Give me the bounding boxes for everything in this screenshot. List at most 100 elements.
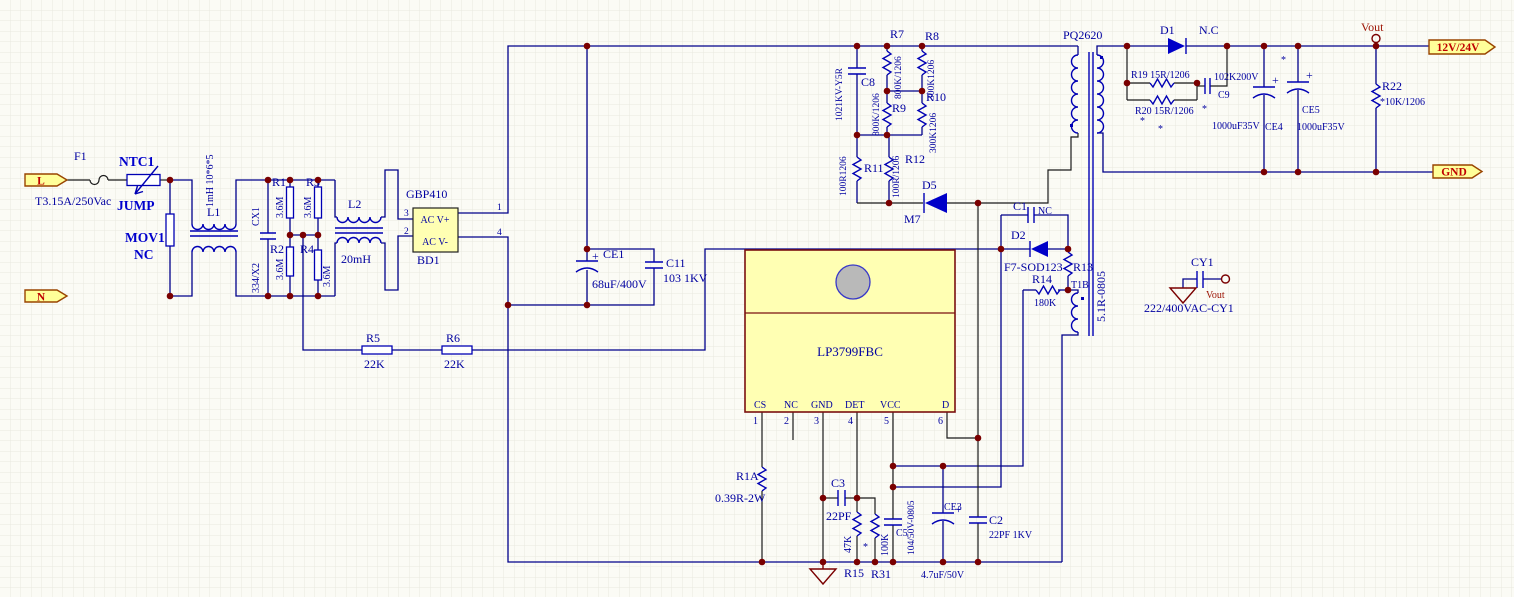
r13-ref-label: R13: [1073, 260, 1093, 274]
r2-value-label: 3.6M: [275, 259, 286, 281]
r15-ref-label: R15: [844, 566, 864, 580]
l1-value-label: 1mH 10*6*5: [205, 155, 216, 208]
connector-out-label: 12V/24V: [1437, 42, 1481, 54]
ce5-ref-label: CE5: [1302, 105, 1320, 116]
cx1-ref-label: CX1: [251, 207, 262, 226]
r1-ref-label: R1: [272, 175, 286, 189]
ntc-ref-label: NTC1: [119, 154, 155, 169]
svg-text:*: *: [1158, 124, 1163, 135]
connector-12V24V[interactable]: 12V/24V: [1429, 40, 1495, 54]
ce5-value-label: 1000uF35V: [1297, 122, 1346, 133]
c1-ref-label: C1: [1013, 199, 1027, 213]
r10-ref-label: R10: [926, 90, 946, 104]
d5-part-label: M7: [904, 212, 921, 226]
r5-value-label: 22K: [364, 357, 385, 371]
ic-pin3-number: 3: [814, 416, 819, 427]
c2-ref-label: C2: [989, 513, 1003, 527]
l2-value-label: 20mH: [341, 252, 371, 266]
r9-value-label: 800K/1206: [872, 93, 882, 136]
transformer-sec-note-label: 5.1R-0805: [1094, 271, 1108, 322]
connector-GND[interactable]: GND: [1433, 165, 1482, 179]
r9-ref-label: R9: [892, 101, 906, 115]
r1a-value-label: 0.39R-2W: [715, 491, 766, 505]
c2-value-label: 22PF 1KV: [989, 530, 1033, 541]
c5-ref-label: C5: [896, 528, 908, 539]
r1-value-label: 3.6M: [275, 197, 286, 219]
ic-pin-gnd-label: GND: [811, 400, 833, 411]
ic-pin2-number: 2: [784, 416, 789, 427]
ic-pin-cs-label: CS: [754, 400, 766, 411]
connector-l-label: L: [37, 176, 45, 188]
ce4-value-label: 1000uF35V: [1212, 121, 1261, 132]
r12-value-label: 100R/1206: [892, 156, 902, 198]
d5-ref-label: D5: [922, 178, 937, 192]
ic-orientation-circle: [836, 265, 870, 299]
l2-ref-label: L2: [348, 197, 361, 211]
c11-value-label: 103 1KV: [663, 271, 708, 285]
c3-value-label: 22PF: [826, 509, 852, 523]
transformer-ref-label: PQ2620: [1063, 28, 1102, 42]
ic-pin1-number: 1: [753, 416, 758, 427]
c11-ref-label: C11: [666, 256, 686, 270]
mov-ref-label: MOV1: [125, 230, 165, 245]
r31-value-label: 100K: [880, 533, 891, 556]
svg-text:*: *: [1140, 116, 1145, 127]
cy1-vout-label: Vout: [1206, 290, 1225, 301]
r31-ref-label: R31: [871, 567, 891, 581]
cx1-value-label: 334/X2: [251, 263, 262, 293]
r4-ref-label: R4: [300, 242, 314, 256]
r10-value-label: 300K1206: [929, 113, 939, 153]
r6-ref-label: R6: [446, 331, 460, 345]
bd1-pin3-label: 3: [404, 209, 409, 219]
ic-LP3799FBC[interactable]: LP3799FBC CS NC GND DET VCC D 1 2 3 4 5 …: [745, 250, 955, 427]
cy1-value-label: 222/400VAC-CY1: [1144, 301, 1234, 315]
vout-label: Vout: [1361, 20, 1384, 34]
bd1-pin4-label: 4: [497, 228, 502, 238]
ic-pin-nc-label: NC: [784, 400, 798, 411]
ic-pin6-number: 6: [938, 416, 943, 427]
d1-note-label: N.C: [1199, 23, 1219, 37]
ce1-value-label: 68uF/400V: [592, 277, 647, 291]
bd1-part-label: GBP410: [406, 187, 447, 201]
c5-value-label: 104/50V-0805: [907, 500, 917, 555]
r19-label: R19 15R/1206: [1131, 70, 1190, 81]
ntc-note-label: JUMP: [117, 198, 155, 213]
d1-ref-label: D1: [1160, 23, 1175, 37]
bd1-ref-label: BD1: [417, 253, 440, 267]
c8-ref-label: C8: [861, 75, 875, 89]
r22-ref-label: R22: [1382, 79, 1402, 93]
connector-gnd-label: GND: [1441, 167, 1467, 179]
cy1-ref-label: CY1: [1191, 255, 1214, 269]
r12-ref-label: R12: [905, 152, 925, 166]
c3-ref-label: C3: [831, 476, 845, 490]
svg-text:*: *: [1202, 104, 1207, 115]
ce3-plus: +: [955, 502, 962, 516]
connector-n-label: N: [37, 292, 46, 304]
ic-pin-d-label: D: [942, 400, 949, 411]
c1-note-label: NC: [1038, 206, 1052, 217]
c9-value-label: 102K200V: [1214, 72, 1259, 83]
r6-value-label: 22K: [444, 357, 465, 371]
ce1-ref-label: CE1: [603, 247, 624, 261]
bd1-acminus-label: AC V-: [422, 237, 448, 248]
r8-ref-label: R8: [925, 29, 939, 43]
ic-pin-vcc-label: VCC: [880, 400, 901, 411]
ic-pin5-number: 5: [884, 416, 889, 427]
r4-value-label: 3.6M: [322, 266, 333, 288]
schematic-canvas: L N F1 T3.15A/250Vac NTC1 JUMP MOV1 NC L…: [0, 0, 1514, 597]
fuse-ref-label: F1: [74, 149, 87, 163]
r14-ref-label: R14: [1032, 272, 1052, 286]
ce3-value-label: 4.7uF/50V: [921, 570, 965, 581]
bd1-acplus-label: AC V+: [420, 215, 449, 226]
r11-value-label: 100R1206: [839, 156, 849, 196]
r1a-ref-label: R1A: [736, 469, 759, 483]
ce5-plus: +: [1306, 68, 1313, 82]
r15-value-label: 47K: [843, 535, 854, 553]
fuse-value-label: T3.15A/250Vac: [35, 194, 111, 208]
ic-pin4-number: 4: [848, 416, 853, 427]
winding-polarity-dot: [1081, 297, 1084, 300]
r22-value-label: *10K/1206: [1380, 97, 1425, 108]
winding-polarity-dot: [1100, 56, 1103, 59]
ic-pin-det-label: DET: [845, 400, 864, 411]
r5-ref-label: R5: [366, 331, 380, 345]
